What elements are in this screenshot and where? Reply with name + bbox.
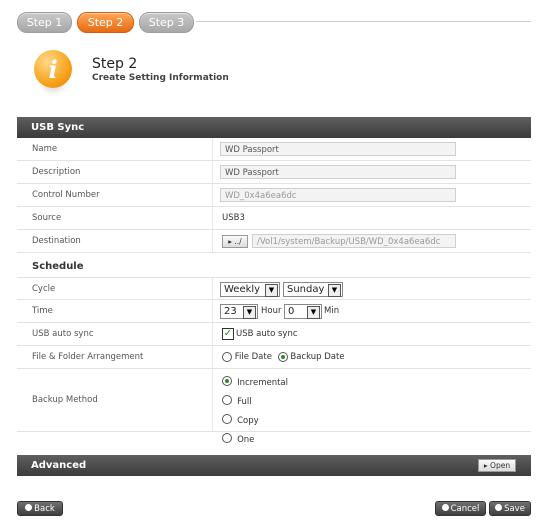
advanced-title: Advanced — [31, 460, 87, 471]
cycle-day-select[interactable]: Sunday ▼ — [283, 282, 343, 297]
backup-method-label: Backup Method — [32, 395, 98, 405]
row-divider — [212, 346, 213, 368]
row-cycle: Cycle Weekly ▼ Sunday ▼ — [17, 277, 531, 300]
radio-copy[interactable] — [222, 413, 232, 424]
row-time: Time 23 ▼ Hour 0 ▼ Min — [17, 300, 531, 323]
row-source: Source USB3 — [17, 207, 531, 230]
row-divider — [212, 184, 213, 206]
control-number-field: WD_0x4a6ea6dc — [220, 188, 456, 202]
section-header-usb-sync: USB Sync — [17, 117, 531, 138]
schedule-heading: Schedule — [32, 261, 84, 272]
tab-step-3[interactable]: Step 3 — [139, 12, 194, 33]
source-label: Source — [32, 213, 62, 223]
cycle-frequency-value: Weekly — [224, 284, 261, 295]
cancel-icon — [441, 504, 449, 511]
destination-label: Destination — [32, 236, 81, 246]
row-divider — [212, 230, 213, 252]
radio-full[interactable] — [222, 394, 232, 405]
arrangement-options: File Date Backup Date — [222, 346, 345, 368]
tab-step-1[interactable]: Step 1 — [17, 12, 72, 33]
radio-incremental[interactable] — [222, 375, 232, 386]
info-icon: i — [34, 50, 72, 88]
hour-select[interactable]: 23 ▼ — [220, 304, 258, 319]
back-button-label: Back — [34, 504, 55, 514]
browse-folder-button[interactable]: ▸ ../ — [222, 235, 248, 248]
name-label: Name — [32, 144, 58, 154]
minute-select[interactable]: 0 ▼ — [284, 304, 322, 319]
steps-divider-line — [196, 21, 531, 22]
usb-auto-sync-checkbox[interactable]: ✓ — [222, 328, 234, 340]
usb-auto-sync-label: USB auto sync — [32, 329, 94, 339]
row-backup-method: Backup Method Incremental Full Copy One — [17, 369, 531, 445]
row-control-number: Control Number WD_0x4a6ea6dc — [17, 184, 531, 207]
back-icon — [25, 504, 33, 511]
chevron-down-icon: ▼ — [265, 284, 278, 297]
hour-value: 23 — [224, 306, 237, 317]
row-description: Description WD Passport — [17, 161, 531, 184]
radio-backup-date[interactable] — [277, 351, 288, 362]
row-destination: Destination ▸ ../ /Vol1/system/Backup/US… — [17, 230, 531, 253]
radio-copy-label: Copy — [237, 416, 259, 426]
hour-unit: Hour — [261, 306, 282, 316]
radio-file-date[interactable] — [222, 351, 232, 362]
chevron-down-icon: ▼ — [328, 284, 341, 297]
row-divider — [212, 323, 213, 345]
row-divider — [212, 161, 213, 183]
backup-method-options: Incremental Full Copy One — [222, 372, 288, 448]
minute-value: 0 — [288, 306, 295, 317]
cycle-label: Cycle — [32, 284, 56, 294]
cancel-button[interactable]: Cancel — [435, 501, 486, 516]
row-divider — [212, 300, 213, 322]
description-field[interactable]: WD Passport — [220, 165, 456, 179]
chevron-down-icon: ▼ — [307, 306, 320, 319]
name-field[interactable]: WD Passport — [220, 142, 456, 156]
arrangement-label: File & Folder Arrangement — [32, 352, 144, 362]
source-value: USB3 — [222, 213, 245, 223]
usb-auto-sync-checkbox-label: USB auto sync — [236, 329, 298, 339]
row-divider — [212, 207, 213, 229]
cycle-day-value: Sunday — [287, 284, 325, 295]
chevron-down-icon: ▼ — [243, 306, 256, 319]
back-button[interactable]: Back — [17, 501, 63, 516]
page-title: Step 2 — [92, 56, 138, 72]
advanced-open-button[interactable]: ▸ Open — [478, 459, 516, 472]
control-number-label: Control Number — [32, 190, 100, 200]
row-divider — [212, 138, 213, 160]
radio-backup-date-label: Backup Date — [290, 352, 345, 362]
radio-one[interactable] — [222, 432, 232, 443]
row-arrangement: File & Folder Arrangement File Date Back… — [17, 346, 531, 369]
minute-unit: Min — [324, 306, 340, 316]
save-button[interactable]: Save — [489, 501, 531, 516]
radio-full-label: Full — [237, 397, 252, 407]
radio-file-date-label: File Date — [234, 352, 272, 362]
radio-one-label: One — [237, 435, 255, 445]
radio-incremental-label: Incremental — [237, 378, 288, 388]
time-label: Time — [32, 306, 53, 316]
tab-step-2[interactable]: Step 2 — [77, 12, 134, 33]
row-divider — [212, 278, 213, 299]
save-button-label: Save — [504, 504, 525, 514]
row-name: Name WD Passport — [17, 138, 531, 161]
cancel-button-label: Cancel — [450, 504, 480, 514]
section-header-advanced: Advanced — [17, 455, 531, 476]
description-label: Description — [32, 167, 81, 177]
row-divider — [212, 369, 213, 431]
save-icon — [495, 504, 503, 511]
cycle-frequency-select[interactable]: Weekly ▼ — [220, 282, 280, 297]
destination-field: /Vol1/system/Backup/USB/WD_0x4a6ea6dc — [252, 234, 456, 248]
row-usb-auto-sync: USB auto sync ✓ USB auto sync — [17, 323, 531, 346]
page-subtitle: Create Setting Information — [92, 73, 229, 83]
